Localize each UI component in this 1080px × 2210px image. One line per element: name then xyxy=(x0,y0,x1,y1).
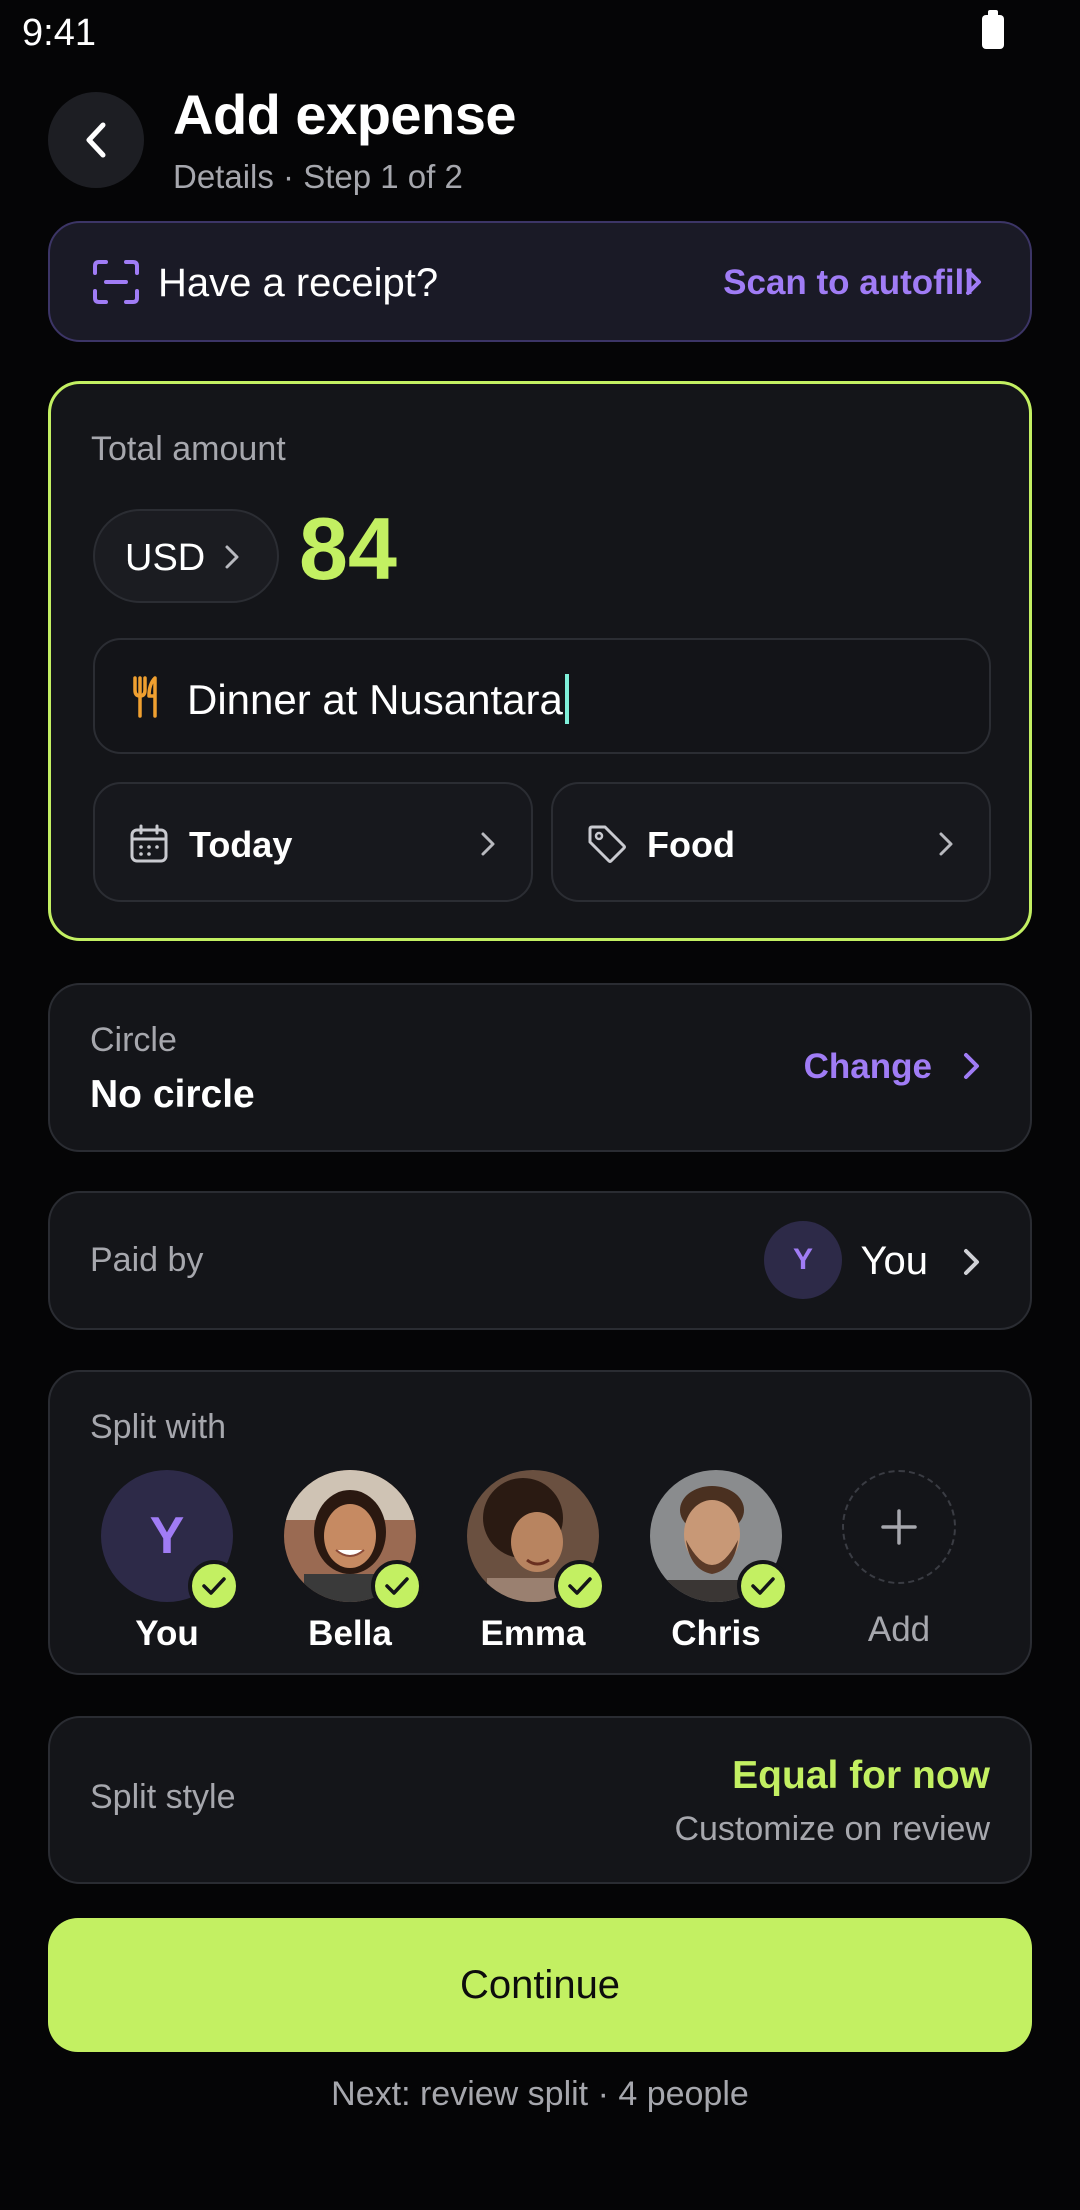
category-value: Food xyxy=(647,824,735,865)
receipt-prompt: Have a receipt? xyxy=(158,261,439,305)
check-icon xyxy=(188,1560,240,1612)
amount-card: Total amount USD 84 Dinner at Nusantara … xyxy=(48,381,1032,941)
chevron-right-icon xyxy=(481,832,495,856)
battery-icon xyxy=(982,10,1004,49)
currency-code: USD xyxy=(125,537,206,579)
description-field[interactable]: Dinner at Nusantara xyxy=(93,638,991,754)
split-style-label: Split style xyxy=(90,1778,236,1816)
check-icon xyxy=(554,1560,606,1612)
status-bar: 9:41 xyxy=(0,0,1080,68)
receipt-scan-banner[interactable]: Have a receipt? Scan to autofill xyxy=(48,221,1032,342)
chevron-right-icon xyxy=(939,832,953,856)
plus-icon xyxy=(842,1470,956,1584)
member-emma[interactable]: Emma xyxy=(458,1470,608,1653)
circle-value: No circle xyxy=(90,1073,255,1116)
next-step-note: Next: review split · 4 people xyxy=(331,2075,749,2113)
chevron-left-icon xyxy=(86,122,106,158)
back-button[interactable] xyxy=(48,92,144,188)
continue-button[interactable]: Continue xyxy=(48,1918,1032,2052)
circle-label: Circle xyxy=(90,1021,177,1059)
add-label: Add xyxy=(867,1610,931,1649)
circle-card: Circle No circle Change xyxy=(48,983,1032,1152)
member-chris[interactable]: Chris xyxy=(641,1470,791,1653)
description-text: Dinner at Nusantara xyxy=(187,674,569,724)
currency-selector[interactable]: USD xyxy=(93,509,279,603)
member-you[interactable]: Y You xyxy=(92,1470,242,1653)
split-style-note: Customize on review xyxy=(674,1810,990,1848)
split-style-value: Equal for now xyxy=(732,1754,990,1797)
amount-input[interactable]: 84 xyxy=(299,498,397,600)
chevron-right-icon xyxy=(964,1053,979,1079)
payer-name: You xyxy=(860,1239,929,1283)
add-member-button[interactable]: Add xyxy=(824,1470,974,1650)
member-name: Emma xyxy=(480,1614,586,1653)
category-selector[interactable]: Food xyxy=(551,782,991,902)
text-caret xyxy=(564,674,569,724)
check-icon xyxy=(371,1560,423,1612)
payer-avatar: Y xyxy=(764,1221,842,1299)
date-value: Today xyxy=(189,824,293,865)
member-name: Chris xyxy=(671,1614,761,1653)
change-circle-button[interactable]: Change xyxy=(804,1047,932,1087)
split-style-card[interactable]: Split style Equal for now Customize on r… xyxy=(48,1716,1032,1884)
fork-knife-icon xyxy=(133,676,157,718)
chevron-right-icon xyxy=(964,1249,979,1275)
split-with-card: Split with Y You Bella Emma Chris Add xyxy=(48,1370,1032,1675)
page-title: Add expense xyxy=(173,83,517,146)
date-selector[interactable]: Today xyxy=(93,782,533,902)
member-name: You xyxy=(135,1614,199,1653)
chevron-right-icon xyxy=(225,545,239,569)
scan-to-autofill-link[interactable]: Scan to autofill xyxy=(723,263,974,303)
page-subtitle: Details · Step 1 of 2 xyxy=(173,158,463,195)
paid-by-selector[interactable]: Paid by Y You xyxy=(48,1191,1032,1330)
scan-icon xyxy=(93,260,139,304)
split-with-label: Split with xyxy=(90,1408,227,1446)
paid-by-label: Paid by xyxy=(90,1241,204,1279)
member-name: Bella xyxy=(308,1614,392,1653)
check-icon xyxy=(737,1560,789,1612)
chevron-right-icon xyxy=(966,269,981,295)
calendar-icon xyxy=(130,824,168,863)
status-time: 9:41 xyxy=(22,12,96,54)
member-bella[interactable]: Bella xyxy=(275,1470,425,1653)
tag-icon xyxy=(588,825,626,863)
total-amount-label: Total amount xyxy=(91,430,286,468)
